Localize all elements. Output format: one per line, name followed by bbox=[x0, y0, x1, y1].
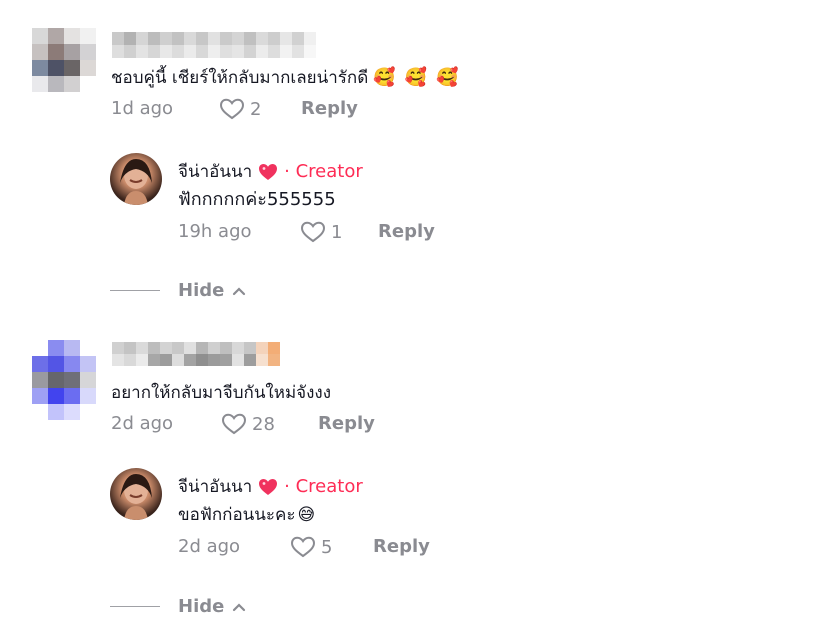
reply-author-row: จีน่าอันนา · Creator bbox=[178, 473, 363, 500]
creator-label: · Creator bbox=[284, 161, 363, 182]
avatar-blurred[interactable] bbox=[32, 340, 96, 420]
creator-label: · Creator bbox=[284, 476, 363, 497]
reply-author-row: จีน่าอันนา · Creator bbox=[178, 158, 363, 185]
hugging-face-icon: 🥰 bbox=[373, 67, 396, 88]
reply-button[interactable]: Reply bbox=[373, 536, 430, 557]
divider-line bbox=[110, 606, 160, 607]
sparkling-heart-icon bbox=[259, 163, 278, 180]
grinning-sweat-icon: 😅 bbox=[297, 505, 316, 525]
reply-text: ขอฟักก่อนนะคะ 😅 bbox=[178, 503, 315, 527]
reply-button[interactable]: Reply bbox=[301, 98, 358, 119]
reply-button[interactable]: Reply bbox=[378, 221, 435, 242]
creator-avatar[interactable] bbox=[110, 153, 162, 205]
reply-timestamp: 19h ago bbox=[178, 221, 252, 242]
chevron-up-icon bbox=[233, 286, 246, 295]
like-button[interactable]: 28 bbox=[221, 413, 275, 435]
hugging-face-icon: 🥰 bbox=[436, 67, 459, 88]
heart-icon bbox=[219, 98, 245, 120]
hide-label: Hide bbox=[178, 280, 225, 301]
reply-body: ขอฟักก่อนนะคะ bbox=[178, 505, 296, 525]
comment-2: อยากให้กลับมาจีบกันใหม่จังงง 2d ago 28 R… bbox=[0, 330, 820, 626]
reply-author[interactable]: จีน่าอันนา bbox=[178, 158, 252, 185]
divider-line bbox=[110, 290, 160, 291]
hide-replies-button[interactable]: Hide bbox=[110, 280, 246, 301]
like-count: 1 bbox=[331, 221, 343, 243]
like-button[interactable]: 2 bbox=[219, 98, 261, 120]
heart-icon bbox=[300, 221, 326, 243]
username-blurred[interactable] bbox=[112, 32, 316, 58]
like-count: 28 bbox=[252, 413, 275, 435]
heart-icon bbox=[221, 413, 247, 435]
heart-icon bbox=[290, 536, 316, 558]
like-count: 5 bbox=[321, 536, 333, 558]
username-blurred[interactable] bbox=[112, 342, 282, 366]
reply-like-button[interactable]: 1 bbox=[300, 221, 342, 243]
comment-text: ชอบคู่นี้ เชียร์ให้กลับมากเลยน่ารักดี 🥰 … bbox=[111, 66, 459, 90]
chevron-up-icon bbox=[233, 602, 246, 611]
reply-like-button[interactable]: 5 bbox=[290, 536, 332, 558]
reply-text: ฟักกกกกค่ะ555555 bbox=[178, 189, 336, 210]
comment-body: ชอบคู่นี้ เชียร์ให้กลับมากเลยน่ารักดี bbox=[111, 68, 369, 88]
reply-author[interactable]: จีน่าอันนา bbox=[178, 473, 252, 500]
creator-avatar[interactable] bbox=[110, 468, 162, 520]
reply-button[interactable]: Reply bbox=[318, 413, 375, 434]
reply-timestamp: 2d ago bbox=[178, 536, 241, 557]
comment-1: ชอบคู่นี้ เชียร์ให้กลับมากเลยน่ารักดี 🥰 … bbox=[0, 0, 820, 310]
creator-photo bbox=[120, 159, 152, 205]
creator-photo bbox=[120, 474, 152, 520]
comment-timestamp: 1d ago bbox=[111, 98, 174, 119]
comment-timestamp: 2d ago bbox=[111, 413, 174, 434]
hide-replies-button[interactable]: Hide bbox=[110, 596, 246, 617]
like-count: 2 bbox=[250, 98, 262, 120]
avatar-blurred[interactable] bbox=[32, 28, 96, 92]
sparkling-heart-icon bbox=[259, 478, 278, 495]
comment-text: อยากให้กลับมาจีบกันใหม่จังงง bbox=[111, 383, 332, 403]
hide-label: Hide bbox=[178, 596, 225, 617]
hugging-face-icon: 🥰 bbox=[404, 67, 428, 88]
